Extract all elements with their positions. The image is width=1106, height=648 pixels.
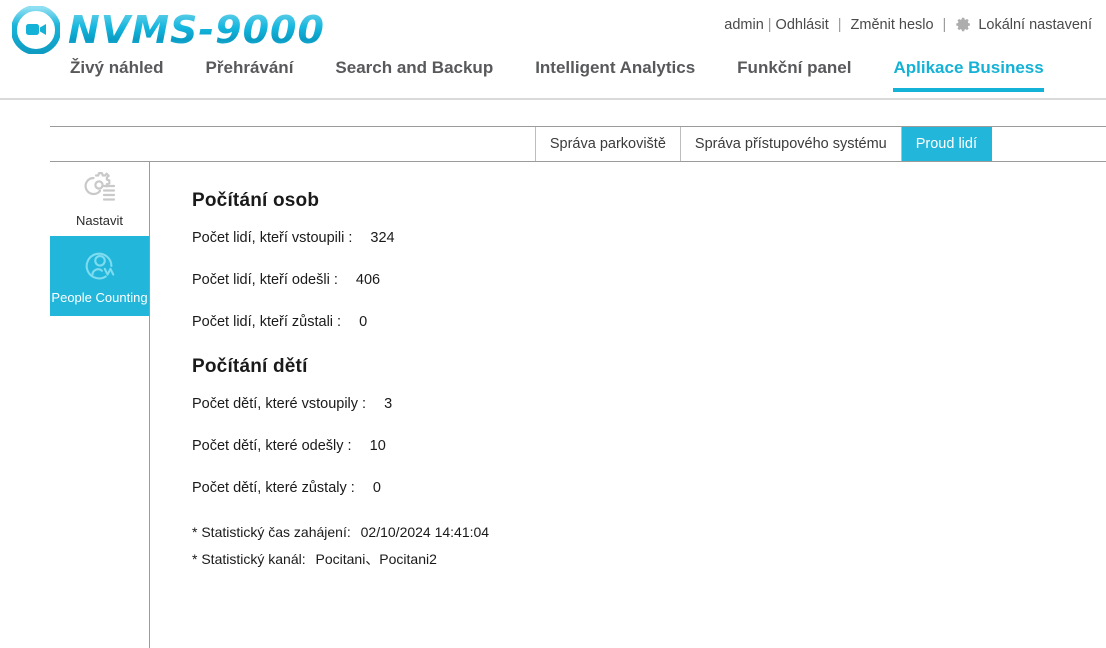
brand-logo: NVMS-9000 <box>11 5 325 55</box>
stat-value-children-entered: 3 <box>384 396 393 412</box>
stat-row-people-entered: Počet lidí, kteří vstoupili : 324 <box>192 230 1106 246</box>
sub-tab-bar: Správa parkoviště Správa přístupového sy… <box>50 126 1106 162</box>
tab-parking-management[interactable]: Správa parkoviště <box>534 127 681 161</box>
settings-gear-lines-icon <box>80 170 120 208</box>
user-bar: admin | Odhlásit | Změnit heslo | Lokáln… <box>724 16 1092 33</box>
stat-label-children-entered: Počet dětí, které vstoupily : <box>192 396 367 412</box>
stat-row-children-exited: Počet dětí, které odešly : 10 <box>192 438 1106 454</box>
stat-value-people-entered: 324 <box>370 230 395 246</box>
panel-body: Nastavit People Counting Počítání osob P… <box>50 162 1106 648</box>
stat-value-children-stayed: 0 <box>372 480 381 496</box>
gear-icon <box>955 16 972 33</box>
nav-item-playback[interactable]: Přehrávání <box>206 58 294 88</box>
video-camera-circle-icon <box>11 5 61 55</box>
sidebar-item-settings-label: Nastavit <box>76 213 123 228</box>
stat-label-people-stayed: Počet lidí, kteří zůstali : <box>192 314 342 330</box>
change-password-link[interactable]: Změnit heslo <box>851 17 934 33</box>
note-start-time-value: 02/10/2024 14:41:04 <box>360 524 490 540</box>
stat-row-children-stayed: Počet dětí, které zůstaly : 0 <box>192 480 1106 496</box>
logout-link[interactable]: Odhlásit <box>776 17 829 33</box>
user-bar-separator-3: | <box>942 16 947 33</box>
sidebar-item-settings[interactable]: Nastavit <box>50 162 149 236</box>
local-settings-link[interactable]: Lokální nastavení <box>978 17 1092 33</box>
people-counting-content: Počítání osob Počet lidí, kteří vstoupil… <box>150 162 1106 648</box>
tab-people-flow[interactable]: Proud lidí <box>901 127 992 161</box>
sidebar-item-people-counting-label: People Counting <box>51 290 148 305</box>
stat-row-children-entered: Počet dětí, které vstoupily : 3 <box>192 396 1106 412</box>
stat-label-people-exited: Počet lidí, kteří odešli : <box>192 272 338 288</box>
tab-access-control-management[interactable]: Správa přístupového systému <box>680 127 902 161</box>
content-panel: Správa parkoviště Správa přístupového sy… <box>50 126 1106 648</box>
people-counting-title: Počítání osob <box>192 190 320 211</box>
note-channel: * Statistický kanál: Pocitani、Pocitani2 <box>192 549 1106 569</box>
nav-item-business-application[interactable]: Aplikace Business <box>893 58 1044 92</box>
stat-row-people-stayed: Počet lidí, kteří zůstali : 0 <box>192 314 1106 330</box>
user-bar-separator-1: | <box>767 16 772 33</box>
stat-label-people-entered: Počet lidí, kteří vstoupili : <box>192 230 353 246</box>
nav-item-search-and-backup[interactable]: Search and Backup <box>335 58 493 88</box>
nav-item-live-view[interactable]: Živý náhled <box>70 58 164 88</box>
children-counting-title: Počítání dětí <box>192 356 308 377</box>
stat-label-children-exited: Počet dětí, které odešly : <box>192 438 352 454</box>
user-bar-separator-2: | <box>837 16 842 33</box>
note-channel-value: Pocitani、Pocitani2 <box>315 551 437 567</box>
nav-item-intelligent-analytics[interactable]: Intelligent Analytics <box>535 58 695 88</box>
note-start-time: * Statistický čas zahájení: 02/10/2024 1… <box>192 524 1106 540</box>
stat-row-people-exited: Počet lidí, kteří odešli : 406 <box>192 272 1106 288</box>
people-counting-icon <box>80 247 120 285</box>
stat-label-children-stayed: Počet dětí, které zůstaly : <box>192 480 355 496</box>
current-user: admin <box>724 16 764 33</box>
stat-value-people-exited: 406 <box>355 272 381 288</box>
nav-item-function-panel[interactable]: Funkční panel <box>737 58 851 88</box>
panel-sidebar: Nastavit People Counting <box>50 162 150 648</box>
main-navigation: Živý náhled Přehrávání Search and Backup… <box>0 58 1106 100</box>
statistics-notes: * Statistický čas zahájení: 02/10/2024 1… <box>192 524 1106 569</box>
stat-value-people-stayed: 0 <box>359 314 368 330</box>
app-header: NVMS-9000 admin | Odhlásit | Změnit hesl… <box>0 0 1106 100</box>
stat-value-children-exited: 10 <box>369 438 386 454</box>
note-start-time-label: * Statistický čas zahájení: <box>192 524 351 540</box>
brand-name: NVMS-9000 <box>68 8 325 52</box>
sidebar-item-people-counting[interactable]: People Counting <box>50 236 149 316</box>
note-channel-label: * Statistický kanál: <box>192 551 306 567</box>
